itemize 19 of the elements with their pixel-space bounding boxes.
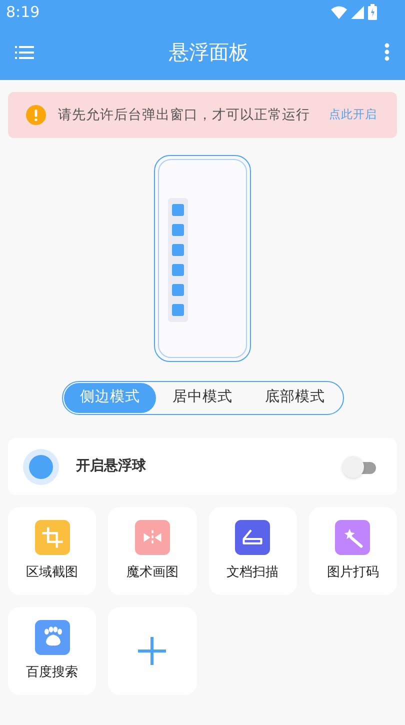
battery-icon bbox=[368, 4, 377, 20]
menu-icon[interactable] bbox=[15, 44, 34, 60]
status-time: 8:19 bbox=[6, 2, 40, 23]
banner-message: 请先允许后台弹出窗口，才可以正常运行 bbox=[58, 106, 311, 125]
warning-icon bbox=[26, 105, 46, 125]
tool-card[interactable]: 文档扫描 bbox=[208, 507, 297, 595]
more-icon[interactable] bbox=[384, 43, 390, 61]
mode-tab[interactable]: 居中模式 bbox=[156, 383, 249, 413]
tool-card[interactable]: 图片打码 bbox=[308, 507, 397, 595]
plus-icon bbox=[138, 637, 166, 665]
add-tool-button[interactable] bbox=[108, 607, 196, 695]
mode-tab[interactable]: 底部模式 bbox=[248, 383, 342, 413]
app-title: 悬浮面板 bbox=[169, 39, 249, 66]
signal-icon bbox=[351, 6, 364, 18]
tool-card[interactable]: 区域截图 bbox=[8, 507, 96, 595]
tool-card[interactable]: 魔术画图 bbox=[108, 507, 196, 595]
tool-card[interactable]: 百度搜索 bbox=[8, 607, 96, 695]
float-ball-label: 开启悬浮球 bbox=[76, 456, 147, 476]
wifi-icon bbox=[331, 6, 347, 18]
